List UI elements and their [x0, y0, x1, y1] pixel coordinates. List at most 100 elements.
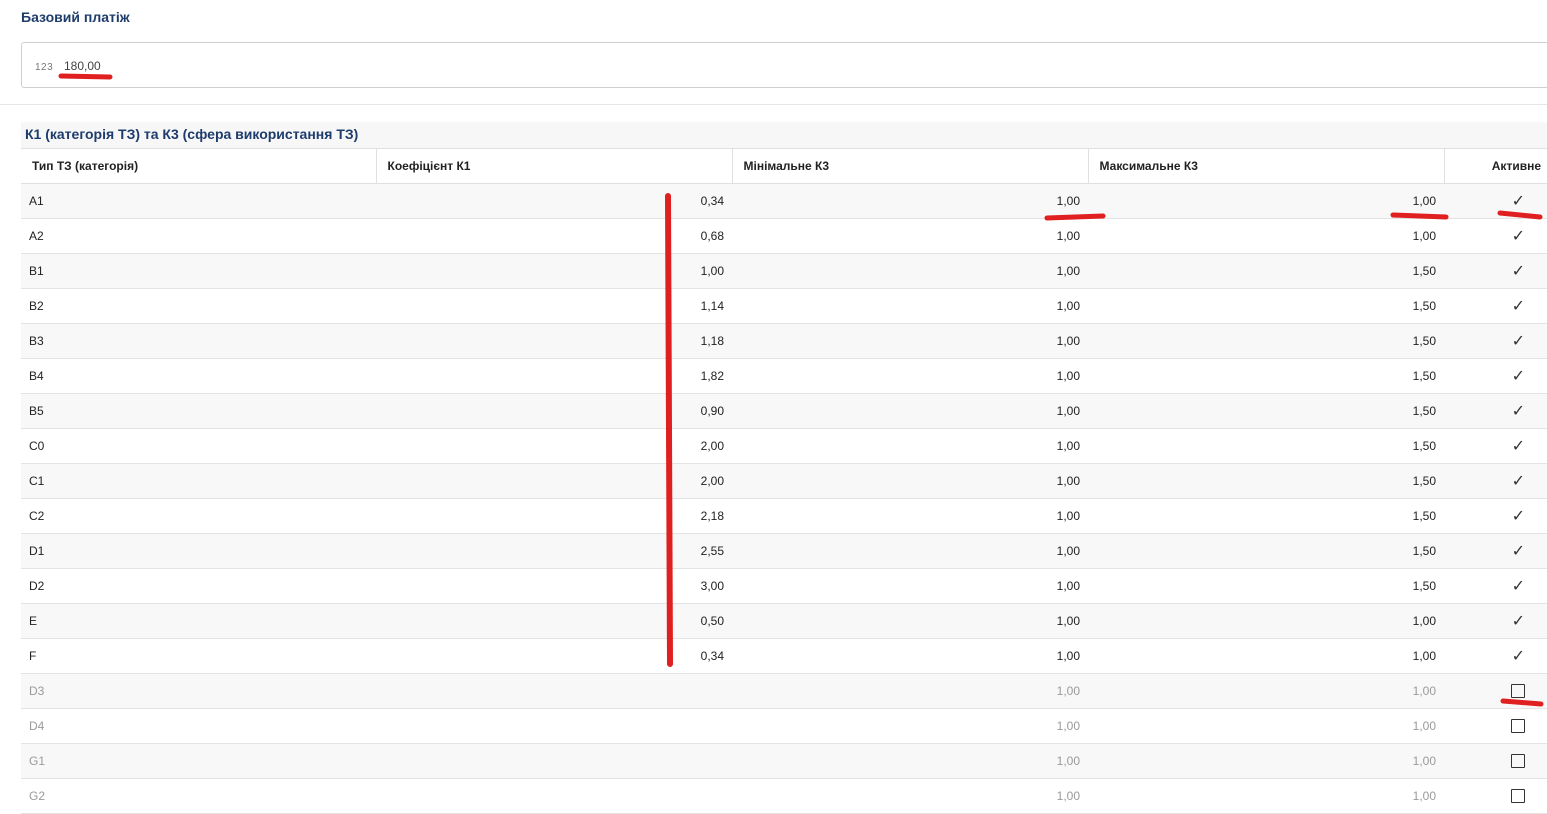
checkmark-icon[interactable]: ✓	[1512, 368, 1525, 385]
cell-k1: 3,00	[376, 568, 732, 604]
checkbox-icon[interactable]	[1511, 684, 1525, 699]
table-row[interactable]: B2 1,14 1,00 1,50 ✓	[21, 288, 1547, 324]
table-header: Тип ТЗ (категорія) Коефіцієнт К1 Мінімал…	[21, 148, 1547, 184]
table-row[interactable]: C1 2,00 1,00 1,50 ✓	[21, 463, 1547, 499]
cell-active	[1444, 673, 1547, 709]
section-title: К1 (категорія ТЗ) та К3 (сфера використа…	[25, 126, 359, 142]
cell-max-k3: 1,50	[1088, 253, 1444, 289]
checkmark-icon[interactable]: ✓	[1512, 578, 1525, 595]
cell-k1: 2,55	[376, 533, 732, 569]
table-row[interactable]: C2 2,18 1,00 1,50 ✓	[21, 498, 1547, 534]
cell-type: B2	[21, 288, 376, 324]
column-header-min-k3[interactable]: Мінімальне К3	[732, 148, 1089, 184]
checkmark-icon[interactable]: ✓	[1512, 438, 1525, 455]
table-row[interactable]: G2 1,00 1,00	[21, 778, 1547, 814]
cell-k1: 0,34	[376, 183, 732, 219]
coefficients-table: Тип ТЗ (категорія) Коефіцієнт К1 Мінімал…	[21, 148, 1547, 814]
table-row[interactable]: F 0,34 1,00 1,00 ✓	[21, 638, 1547, 674]
base-payment-value[interactable]: 180,00	[64, 59, 101, 73]
checkbox-icon[interactable]	[1511, 754, 1525, 769]
table-row[interactable]: B4 1,82 1,00 1,50 ✓	[21, 358, 1547, 394]
cell-k1	[376, 673, 732, 709]
checkmark-icon[interactable]: ✓	[1512, 403, 1525, 420]
cell-type: A1	[21, 183, 376, 219]
table-row[interactable]: E 0,50 1,00 1,00 ✓	[21, 603, 1547, 639]
checkmark-icon[interactable]: ✓	[1512, 228, 1525, 245]
cell-max-k3: 1,50	[1088, 463, 1444, 499]
cell-max-k3: 1,50	[1088, 498, 1444, 534]
cell-min-k3: 1,00	[732, 463, 1088, 499]
column-header-max-k3[interactable]: Максимальне К3	[1088, 148, 1445, 184]
cell-min-k3: 1,00	[732, 708, 1088, 744]
checkbox-icon[interactable]	[1511, 789, 1525, 804]
table-row[interactable]: D3 1,00 1,00	[21, 673, 1547, 709]
cell-active: ✓	[1444, 393, 1547, 429]
cell-type: A2	[21, 218, 376, 254]
checkbox-icon[interactable]	[1511, 719, 1525, 734]
table-row[interactable]: D1 2,55 1,00 1,50 ✓	[21, 533, 1547, 569]
table-row[interactable]: A1 0,34 1,00 1,00 ✓	[21, 183, 1547, 219]
checkmark-icon[interactable]: ✓	[1512, 263, 1525, 280]
cell-active: ✓	[1444, 183, 1547, 219]
cell-min-k3: 1,00	[732, 358, 1088, 394]
cell-k1: 0,68	[376, 218, 732, 254]
cell-type: B5	[21, 393, 376, 429]
cell-active: ✓	[1444, 498, 1547, 534]
cell-max-k3: 1,00	[1088, 778, 1444, 814]
checkmark-icon[interactable]: ✓	[1512, 508, 1525, 525]
cell-min-k3: 1,00	[732, 778, 1088, 814]
table-row[interactable]: G1 1,00 1,00	[21, 743, 1547, 779]
cell-max-k3: 1,00	[1088, 603, 1444, 639]
cell-k1: 0,34	[376, 638, 732, 674]
cell-type: E	[21, 603, 376, 639]
cell-max-k3: 1,00	[1088, 673, 1444, 709]
cell-type: C1	[21, 463, 376, 499]
table-row[interactable]: D2 3,00 1,00 1,50 ✓	[21, 568, 1547, 604]
column-header-active[interactable]: Активне	[1444, 148, 1547, 184]
cell-min-k3: 1,00	[732, 568, 1088, 604]
checkmark-icon[interactable]: ✓	[1512, 298, 1525, 315]
cell-max-k3: 1,00	[1088, 743, 1444, 779]
cell-k1: 1,18	[376, 323, 732, 359]
table-row[interactable]: B5 0,90 1,00 1,50 ✓	[21, 393, 1547, 429]
cell-min-k3: 1,00	[732, 603, 1088, 639]
column-header-type[interactable]: Тип ТЗ (категорія)	[21, 148, 377, 184]
checkmark-icon[interactable]: ✓	[1512, 473, 1525, 490]
cell-type: B3	[21, 323, 376, 359]
cell-max-k3: 1,50	[1088, 428, 1444, 464]
cell-max-k3: 1,50	[1088, 288, 1444, 324]
table-row[interactable]: C0 2,00 1,00 1,50 ✓	[21, 428, 1547, 464]
cell-active: ✓	[1444, 218, 1547, 254]
base-payment-input[interactable]: 123 180,00	[21, 42, 1547, 88]
checkmark-icon[interactable]: ✓	[1512, 193, 1525, 210]
cell-active: ✓	[1444, 603, 1547, 639]
cell-min-k3: 1,00	[732, 393, 1088, 429]
cell-type: G2	[21, 778, 376, 814]
column-header-k1[interactable]: Коефіцієнт К1	[376, 148, 733, 184]
cell-k1	[376, 708, 732, 744]
table-row[interactable]: B1 1,00 1,00 1,50 ✓	[21, 253, 1547, 289]
table-row[interactable]: D4 1,00 1,00	[21, 708, 1547, 744]
cell-max-k3: 1,00	[1088, 638, 1444, 674]
cell-type: C0	[21, 428, 376, 464]
cell-active	[1444, 708, 1547, 744]
cell-min-k3: 1,00	[732, 428, 1088, 464]
cell-active	[1444, 778, 1547, 814]
table-row[interactable]: A2 0,68 1,00 1,00 ✓	[21, 218, 1547, 254]
cell-type: B4	[21, 358, 376, 394]
cell-k1: 2,00	[376, 463, 732, 499]
checkmark-icon[interactable]: ✓	[1512, 333, 1525, 350]
cell-active: ✓	[1444, 533, 1547, 569]
cell-type: D4	[21, 708, 376, 744]
cell-min-k3: 1,00	[732, 533, 1088, 569]
cell-k1: 0,50	[376, 603, 732, 639]
checkmark-icon[interactable]: ✓	[1512, 648, 1525, 665]
cell-active: ✓	[1444, 463, 1547, 499]
cell-min-k3: 1,00	[732, 323, 1088, 359]
cell-max-k3: 1,50	[1088, 533, 1444, 569]
checkmark-icon[interactable]: ✓	[1512, 613, 1525, 630]
table-row[interactable]: B3 1,18 1,00 1,50 ✓	[21, 323, 1547, 359]
cell-max-k3: 1,00	[1088, 218, 1444, 254]
checkmark-icon[interactable]: ✓	[1512, 543, 1525, 560]
cell-min-k3: 1,00	[732, 218, 1088, 254]
